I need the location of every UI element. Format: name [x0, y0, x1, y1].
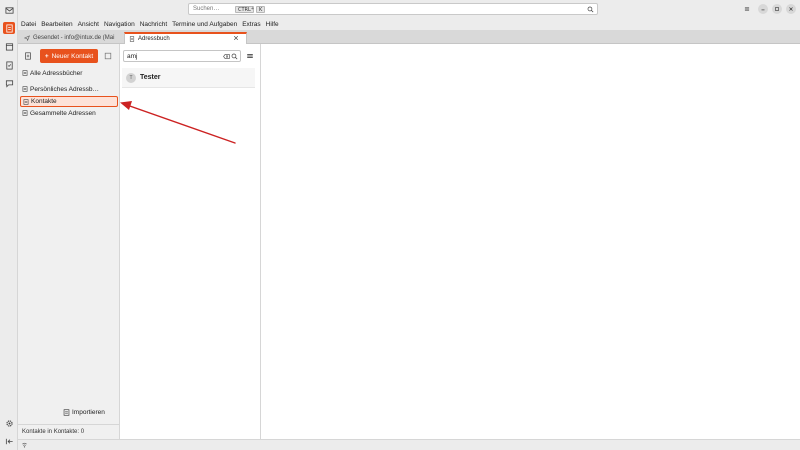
- new-contact-label: Neuer Kontakt: [51, 52, 94, 60]
- menu-events-tasks[interactable]: Termine und Aufgaben: [172, 21, 237, 28]
- address-book-sidebar: + Neuer Kontakt Alle Adressbücher Persön…: [18, 44, 120, 439]
- spaces-toolbar: [0, 0, 18, 450]
- settings-button[interactable]: [3, 417, 15, 429]
- address-book-icon: [129, 36, 135, 42]
- book-contacts[interactable]: Kontakte: [20, 96, 118, 107]
- title-bar: Suchen… CTRL + K: [18, 0, 800, 18]
- app-menu-button[interactable]: [742, 4, 752, 14]
- list-options-icon[interactable]: [246, 52, 254, 60]
- menu-view[interactable]: Ansicht: [78, 21, 99, 28]
- address-book-icon: [22, 110, 28, 116]
- contact-search-value: amj: [127, 53, 138, 60]
- send-icon: [24, 35, 30, 41]
- avatar: T: [126, 72, 136, 83]
- clear-search-icon[interactable]: [223, 53, 230, 60]
- close-window-button[interactable]: [786, 4, 796, 14]
- contacts-count-status: Kontakte in Kontakte: 0: [18, 424, 120, 439]
- settings-icon: [5, 419, 13, 427]
- address-book-icon: [22, 86, 28, 92]
- shortcut-key-k: K: [256, 6, 266, 13]
- book-collected[interactable]: Gesammelte Adressen: [20, 108, 118, 119]
- plus-icon: +: [44, 52, 49, 60]
- book-all[interactable]: Alle Adressbücher: [20, 68, 118, 79]
- menu-tools[interactable]: Extras: [242, 21, 260, 28]
- mail-icon: [4, 6, 14, 14]
- menu-file[interactable]: Datei: [21, 21, 36, 28]
- menu-message[interactable]: Nachricht: [140, 21, 167, 28]
- connection-status-icon: [22, 442, 27, 448]
- hamburger-menu-icon: [744, 7, 750, 11]
- maximize-icon: [775, 7, 779, 11]
- contact-list-pane: amj T Tester: [120, 44, 261, 439]
- tab-label: Adressbuch: [138, 36, 170, 42]
- contact-row[interactable]: T Tester: [122, 68, 255, 88]
- chat-space-button[interactable]: [3, 77, 15, 89]
- tasks-space-button[interactable]: [3, 59, 15, 71]
- address-book-icon: [23, 99, 29, 105]
- tab-address-book[interactable]: Adressbuch: [124, 32, 247, 44]
- search-icon: [231, 53, 238, 60]
- new-list-icon[interactable]: [104, 52, 112, 60]
- chat-icon: [5, 79, 13, 88]
- new-address-book-icon[interactable]: [24, 52, 32, 60]
- status-bar: [18, 439, 800, 450]
- menu-bar: Datei Bearbeiten Ansicht Navigation Nach…: [18, 18, 800, 30]
- search-icon: [587, 6, 594, 13]
- close-tab-icon[interactable]: [233, 35, 239, 41]
- tab-label: Gesendet - info@intux.de (Mai: [33, 35, 115, 41]
- calendar-space-button[interactable]: [3, 40, 15, 52]
- contact-name: Tester: [140, 74, 161, 81]
- collapse-icon: [5, 438, 13, 444]
- import-icon: [63, 409, 70, 416]
- tasks-icon: [5, 60, 13, 70]
- import-label: Importieren: [72, 409, 105, 416]
- menu-help[interactable]: Hilfe: [266, 21, 279, 28]
- minimize-icon: [761, 9, 765, 11]
- close-icon: [789, 7, 793, 11]
- calendar-icon: [5, 42, 13, 51]
- book-personal[interactable]: Persönliches Adressb…: [20, 84, 118, 95]
- import-button[interactable]: Importieren: [63, 409, 105, 416]
- menu-edit[interactable]: Bearbeiten: [41, 21, 72, 28]
- global-search-input[interactable]: Suchen… CTRL + K: [188, 3, 598, 15]
- address-book-icon: [5, 23, 13, 33]
- address-book-icon: [22, 70, 28, 76]
- new-contact-button[interactable]: + Neuer Kontakt: [40, 49, 98, 63]
- contact-detail-pane: [261, 44, 800, 439]
- shortcut-plus: +: [251, 6, 254, 12]
- book-label: Kontakte: [31, 98, 57, 105]
- tab-bar: Gesendet - info@intux.de (Mai Adressbuch: [18, 30, 800, 44]
- book-label: Alle Adressbücher: [30, 70, 83, 77]
- search-placeholder: Suchen…: [193, 6, 220, 12]
- tab-sent-folder[interactable]: Gesendet - info@intux.de (Mai: [20, 32, 121, 44]
- address-book-list: Alle Adressbücher Persönliches Adressb… …: [20, 68, 118, 120]
- book-label: Gesammelte Adressen: [30, 110, 96, 117]
- mail-space-button[interactable]: [3, 4, 15, 16]
- maximize-button[interactable]: [772, 4, 782, 14]
- minimize-button[interactable]: [758, 4, 768, 14]
- book-label: Persönliches Adressb…: [30, 86, 100, 93]
- address-book-space-button[interactable]: [3, 22, 15, 34]
- contact-search-input[interactable]: amj: [123, 50, 241, 62]
- collapse-spaces-button[interactable]: [3, 435, 15, 447]
- menu-navigation[interactable]: Navigation: [104, 21, 135, 28]
